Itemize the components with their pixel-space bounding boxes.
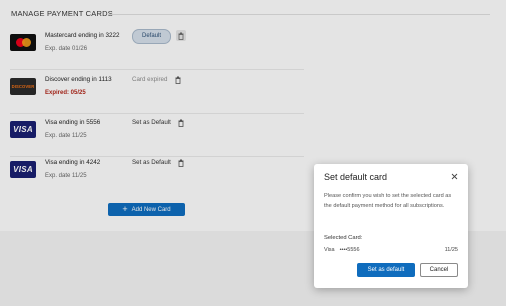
dialog-title: Set default card (324, 172, 388, 182)
selected-card-number: ••••5556 (339, 247, 360, 253)
set-as-default-button[interactable]: Set as default (357, 263, 415, 277)
selected-card-brand: Visa (324, 247, 335, 253)
set-default-card-dialog: Set default card Please confirm you wish… (314, 164, 468, 288)
selected-card-expiry: 11/25 (444, 247, 458, 253)
dialog-message: Please confirm you wish to set the selec… (324, 193, 452, 209)
selected-card-label: Selected Card: (324, 235, 363, 241)
close-icon[interactable] (449, 171, 460, 182)
cancel-button[interactable]: Cancel (420, 263, 458, 277)
selected-card-summary: Visa ••••5556 11/25 (324, 247, 458, 253)
